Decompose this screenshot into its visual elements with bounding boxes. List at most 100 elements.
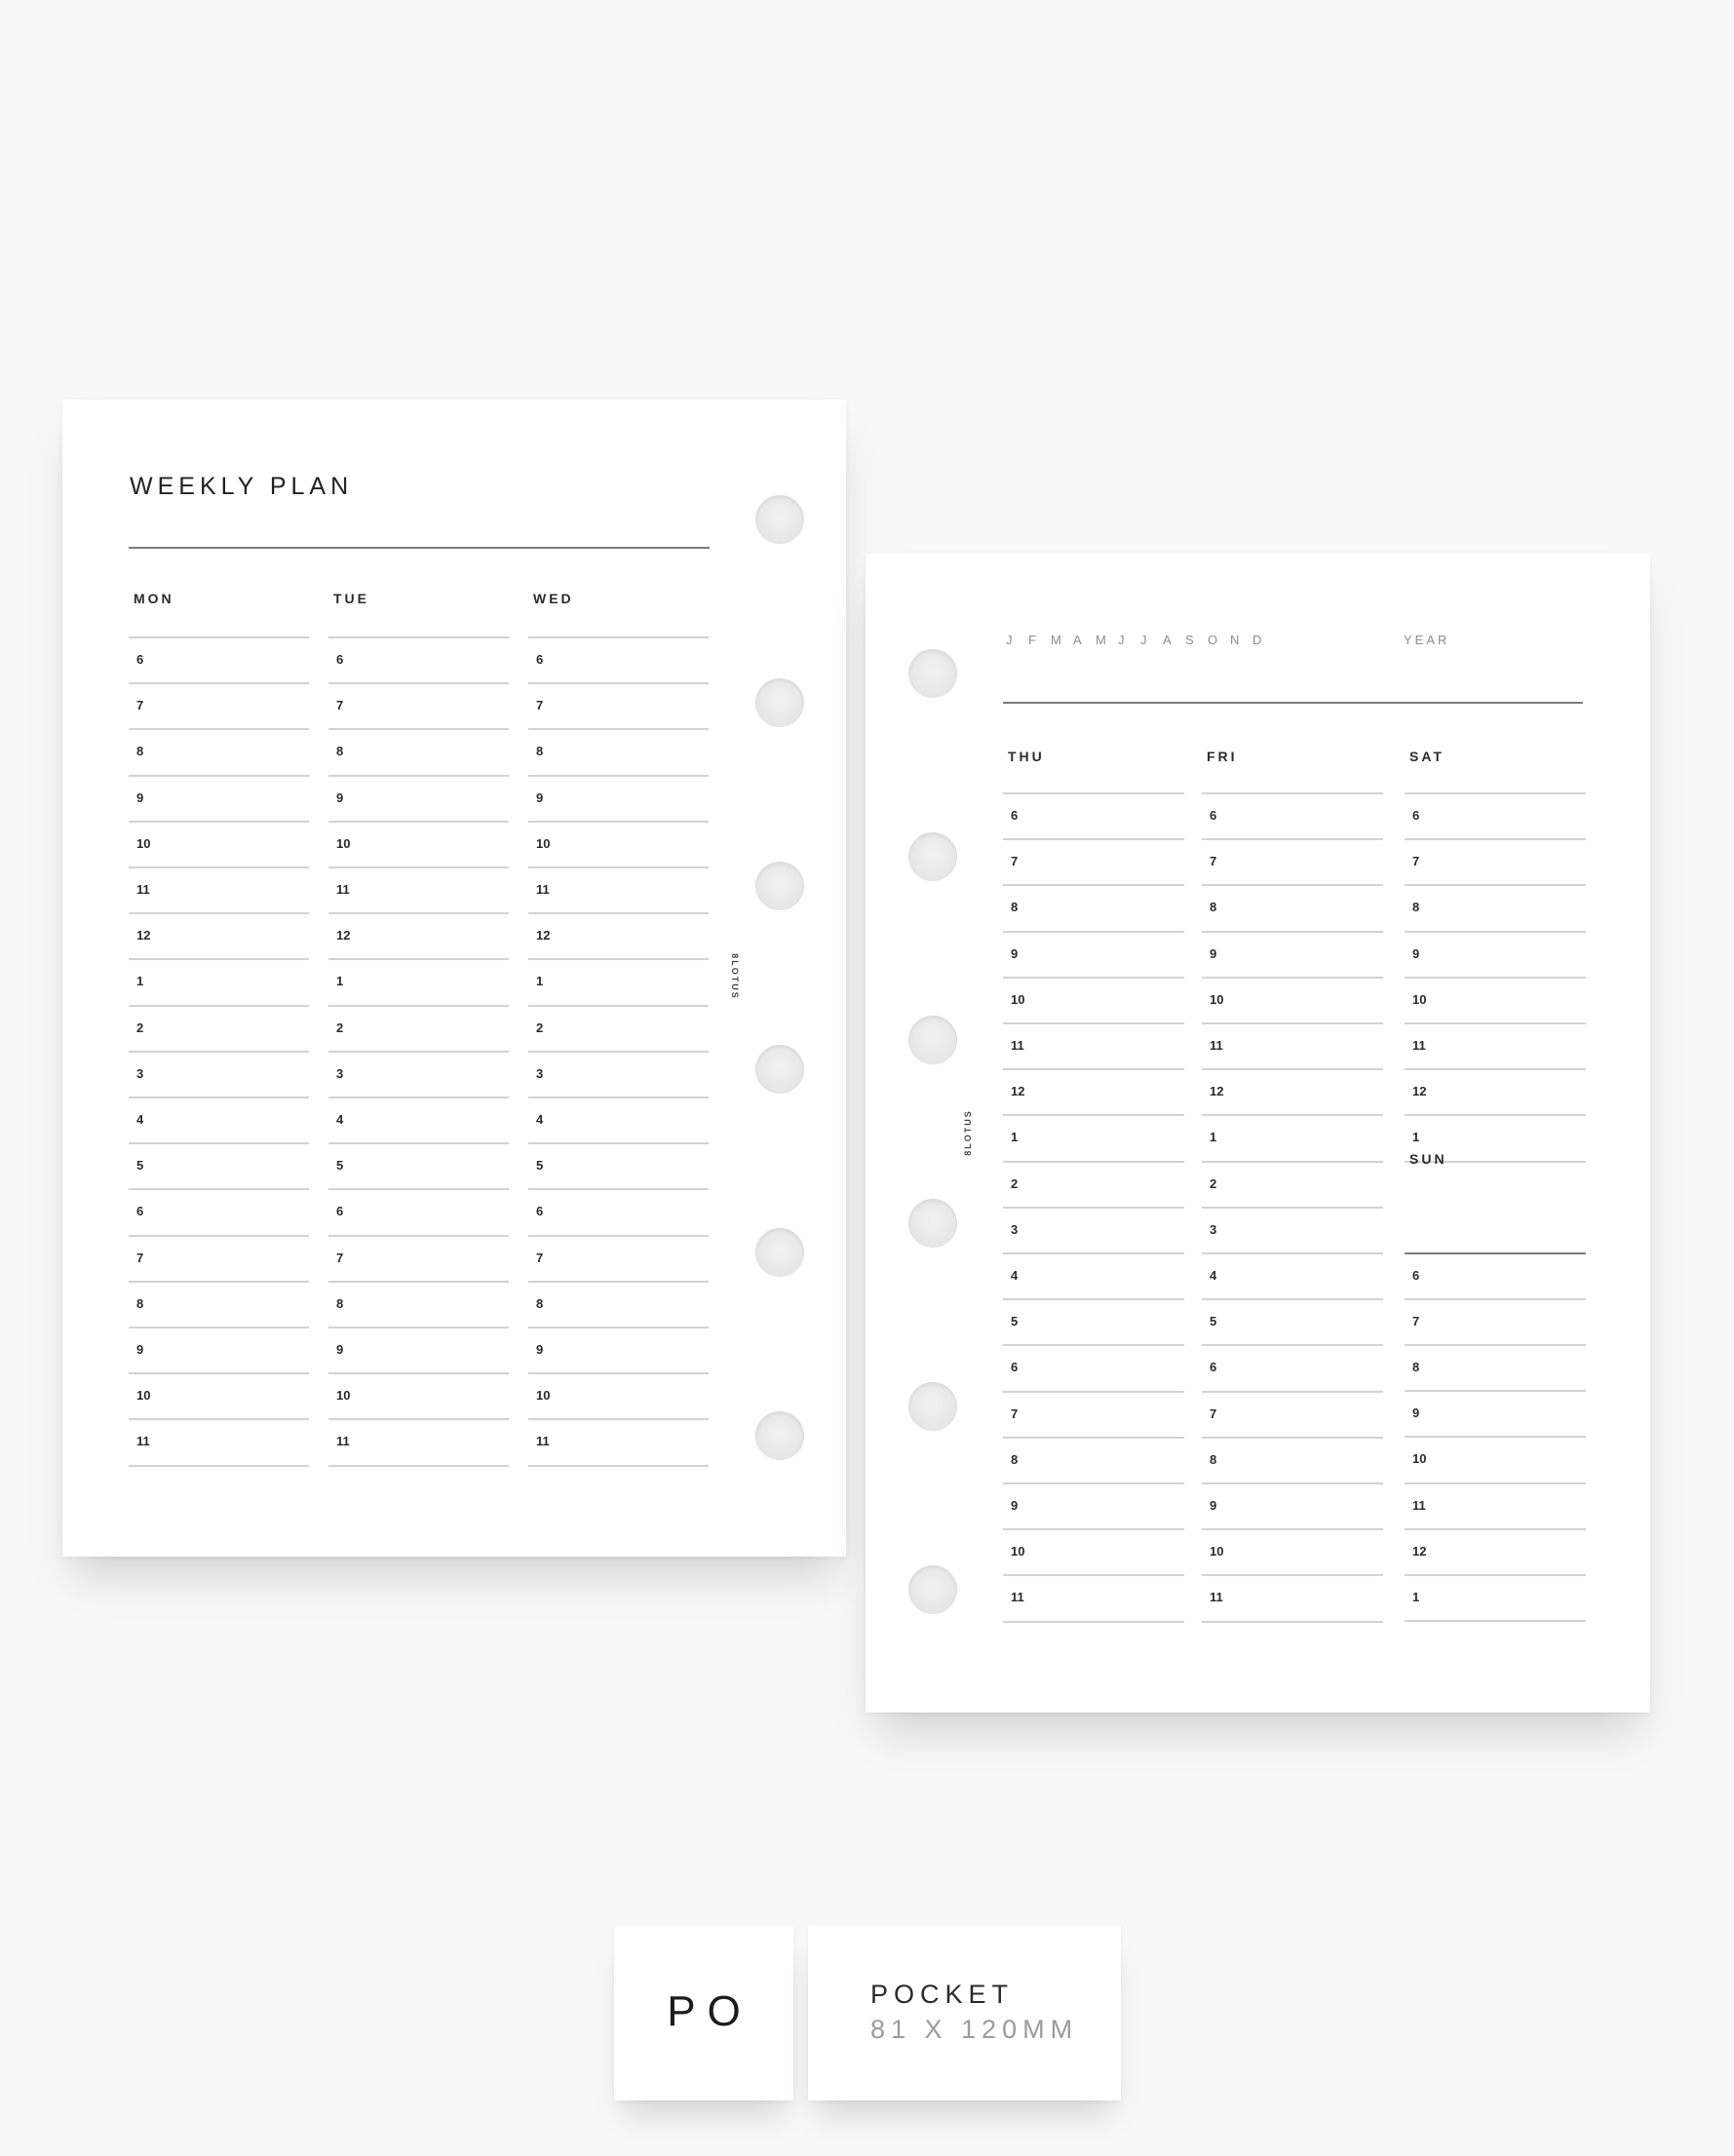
time-slot[interactable]	[129, 1374, 309, 1418]
time-slot[interactable]	[1003, 1393, 1184, 1437]
time-slot[interactable]	[328, 684, 509, 728]
time-slot[interactable]	[129, 1098, 309, 1142]
time-slot[interactable]	[328, 1053, 509, 1097]
time-slot[interactable]	[1003, 1209, 1184, 1252]
time-slot[interactable]	[1405, 1576, 1586, 1620]
time-slot[interactable]	[129, 1420, 309, 1464]
month-option[interactable]: N	[1230, 633, 1252, 647]
month-option[interactable]: M	[1096, 633, 1118, 647]
time-slot[interactable]	[328, 868, 509, 912]
time-slot[interactable]	[1405, 886, 1586, 930]
time-slot[interactable]	[328, 730, 509, 774]
time-slot[interactable]	[528, 1237, 709, 1281]
time-slot[interactable]	[1202, 1024, 1383, 1068]
time-slot[interactable]	[328, 1144, 509, 1188]
time-slot[interactable]	[1202, 1393, 1383, 1437]
time-slot[interactable]	[528, 1007, 709, 1051]
time-slot[interactable]	[1405, 1070, 1586, 1114]
time-slot[interactable]	[1405, 1346, 1586, 1390]
time-slot[interactable]	[1405, 1254, 1586, 1298]
time-slot[interactable]	[528, 960, 709, 1004]
time-slot[interactable]	[528, 1420, 709, 1464]
time-slot[interactable]	[528, 868, 709, 912]
time-slot[interactable]	[1405, 1300, 1586, 1344]
time-slot[interactable]	[1202, 1346, 1383, 1390]
time-slot[interactable]	[1003, 1484, 1184, 1528]
time-slot[interactable]	[1003, 794, 1184, 838]
time-slot[interactable]	[1003, 1116, 1184, 1160]
time-slot[interactable]	[528, 1283, 709, 1327]
month-option[interactable]: J	[1118, 633, 1140, 647]
time-slot[interactable]	[528, 1328, 709, 1372]
time-slot[interactable]	[528, 1144, 709, 1188]
month-option[interactable]: M	[1051, 633, 1073, 647]
time-slot[interactable]	[328, 638, 509, 682]
time-slot[interactable]	[1202, 886, 1383, 930]
time-slot[interactable]	[328, 960, 509, 1004]
time-slot[interactable]	[1003, 979, 1184, 1022]
month-option[interactable]: J	[1140, 633, 1163, 647]
time-slot[interactable]	[528, 914, 709, 958]
time-slot[interactable]	[1003, 1346, 1184, 1390]
time-slot[interactable]	[1202, 1300, 1383, 1344]
time-slot[interactable]	[1003, 1439, 1184, 1482]
time-slot[interactable]	[1405, 1392, 1586, 1436]
time-slot[interactable]	[129, 1283, 309, 1327]
time-slot[interactable]	[1405, 1438, 1586, 1482]
time-slot[interactable]	[328, 1420, 509, 1464]
time-slot[interactable]	[528, 1374, 709, 1418]
time-slot[interactable]	[1405, 840, 1586, 884]
time-slot[interactable]	[328, 1237, 509, 1281]
time-slot[interactable]	[1202, 840, 1383, 884]
time-slot[interactable]	[328, 1374, 509, 1418]
time-slot[interactable]	[129, 1328, 309, 1372]
time-slot[interactable]	[1202, 1254, 1383, 1298]
time-slot[interactable]	[1202, 1530, 1383, 1574]
time-slot[interactable]	[1202, 794, 1383, 838]
time-slot[interactable]	[528, 638, 709, 682]
time-slot[interactable]	[1202, 1439, 1383, 1482]
time-slot[interactable]	[328, 914, 509, 958]
time-slot[interactable]	[1003, 1163, 1184, 1207]
time-slot[interactable]	[328, 1098, 509, 1142]
time-slot[interactable]	[1003, 1530, 1184, 1574]
time-slot[interactable]	[1202, 1070, 1383, 1114]
time-slot[interactable]	[1003, 1070, 1184, 1114]
time-slot[interactable]	[129, 1144, 309, 1188]
time-slot[interactable]	[528, 823, 709, 866]
time-slot[interactable]	[1405, 979, 1586, 1022]
time-slot[interactable]	[129, 1053, 309, 1097]
time-slot[interactable]	[129, 730, 309, 774]
time-slot[interactable]	[129, 638, 309, 682]
time-slot[interactable]	[1405, 794, 1586, 838]
month-option[interactable]: S	[1185, 633, 1208, 647]
time-slot[interactable]	[528, 777, 709, 821]
time-slot[interactable]	[328, 1283, 509, 1327]
time-slot[interactable]	[1202, 933, 1383, 977]
month-option[interactable]: F	[1028, 633, 1051, 647]
time-slot[interactable]	[1202, 1116, 1383, 1160]
time-slot[interactable]	[1202, 1209, 1383, 1252]
month-option[interactable]: A	[1073, 633, 1096, 647]
time-slot[interactable]	[1003, 840, 1184, 884]
time-slot[interactable]	[129, 1190, 309, 1234]
time-slot[interactable]	[328, 823, 509, 866]
time-slot[interactable]	[129, 823, 309, 866]
time-slot[interactable]	[328, 777, 509, 821]
time-slot[interactable]	[1405, 1024, 1586, 1068]
time-slot[interactable]	[1202, 1163, 1383, 1207]
time-slot[interactable]	[1003, 1024, 1184, 1068]
time-slot[interactable]	[528, 1098, 709, 1142]
time-slot[interactable]	[1202, 979, 1383, 1022]
time-slot[interactable]	[1003, 1254, 1184, 1298]
time-slot[interactable]	[1405, 1530, 1586, 1574]
time-slot[interactable]	[528, 730, 709, 774]
time-slot[interactable]	[129, 960, 309, 1004]
time-slot[interactable]	[1003, 1300, 1184, 1344]
month-option[interactable]: O	[1208, 633, 1230, 647]
time-slot[interactable]	[328, 1328, 509, 1372]
time-slot[interactable]	[1405, 1484, 1586, 1528]
time-slot[interactable]	[1003, 933, 1184, 977]
time-slot[interactable]	[528, 1053, 709, 1097]
time-slot[interactable]	[528, 1190, 709, 1234]
